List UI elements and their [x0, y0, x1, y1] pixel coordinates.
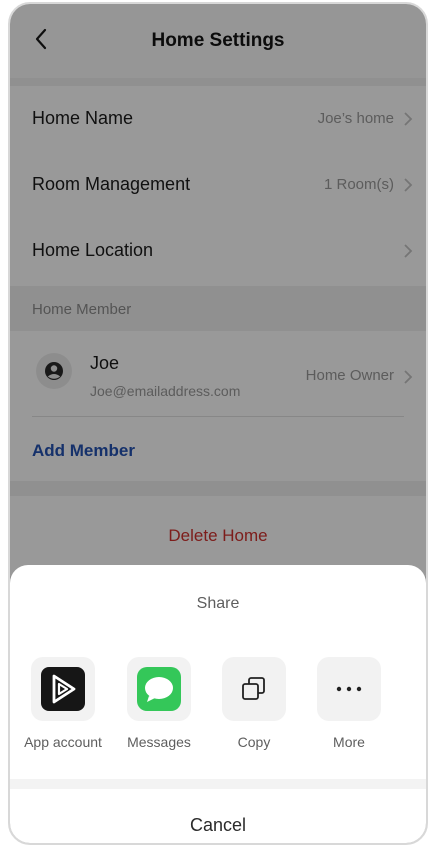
share-tile	[31, 657, 95, 721]
copy-icon	[242, 677, 265, 700]
share-label: Messages	[127, 734, 191, 750]
share-tile	[127, 657, 191, 721]
share-copy[interactable]: Copy	[209, 657, 299, 757]
share-label: App account	[24, 734, 102, 750]
share-sheet: Share App account Messages Copy More Can…	[10, 565, 426, 843]
cancel-button[interactable]: Cancel	[10, 815, 426, 836]
sheet-divider	[10, 779, 426, 789]
share-app-account[interactable]: App account	[18, 657, 108, 757]
share-label: More	[333, 734, 365, 750]
share-more[interactable]: More	[304, 657, 394, 757]
phone-frame: Home Settings Home Name Joe’s home Room …	[8, 2, 428, 845]
share-tile	[317, 657, 381, 721]
share-title: Share	[196, 595, 240, 612]
share-messages[interactable]: Messages	[114, 657, 204, 757]
more-icon	[336, 686, 362, 692]
share-label: Copy	[237, 734, 271, 750]
app-account-icon	[41, 667, 85, 711]
messages-icon	[137, 667, 181, 711]
share-tile	[222, 657, 286, 721]
